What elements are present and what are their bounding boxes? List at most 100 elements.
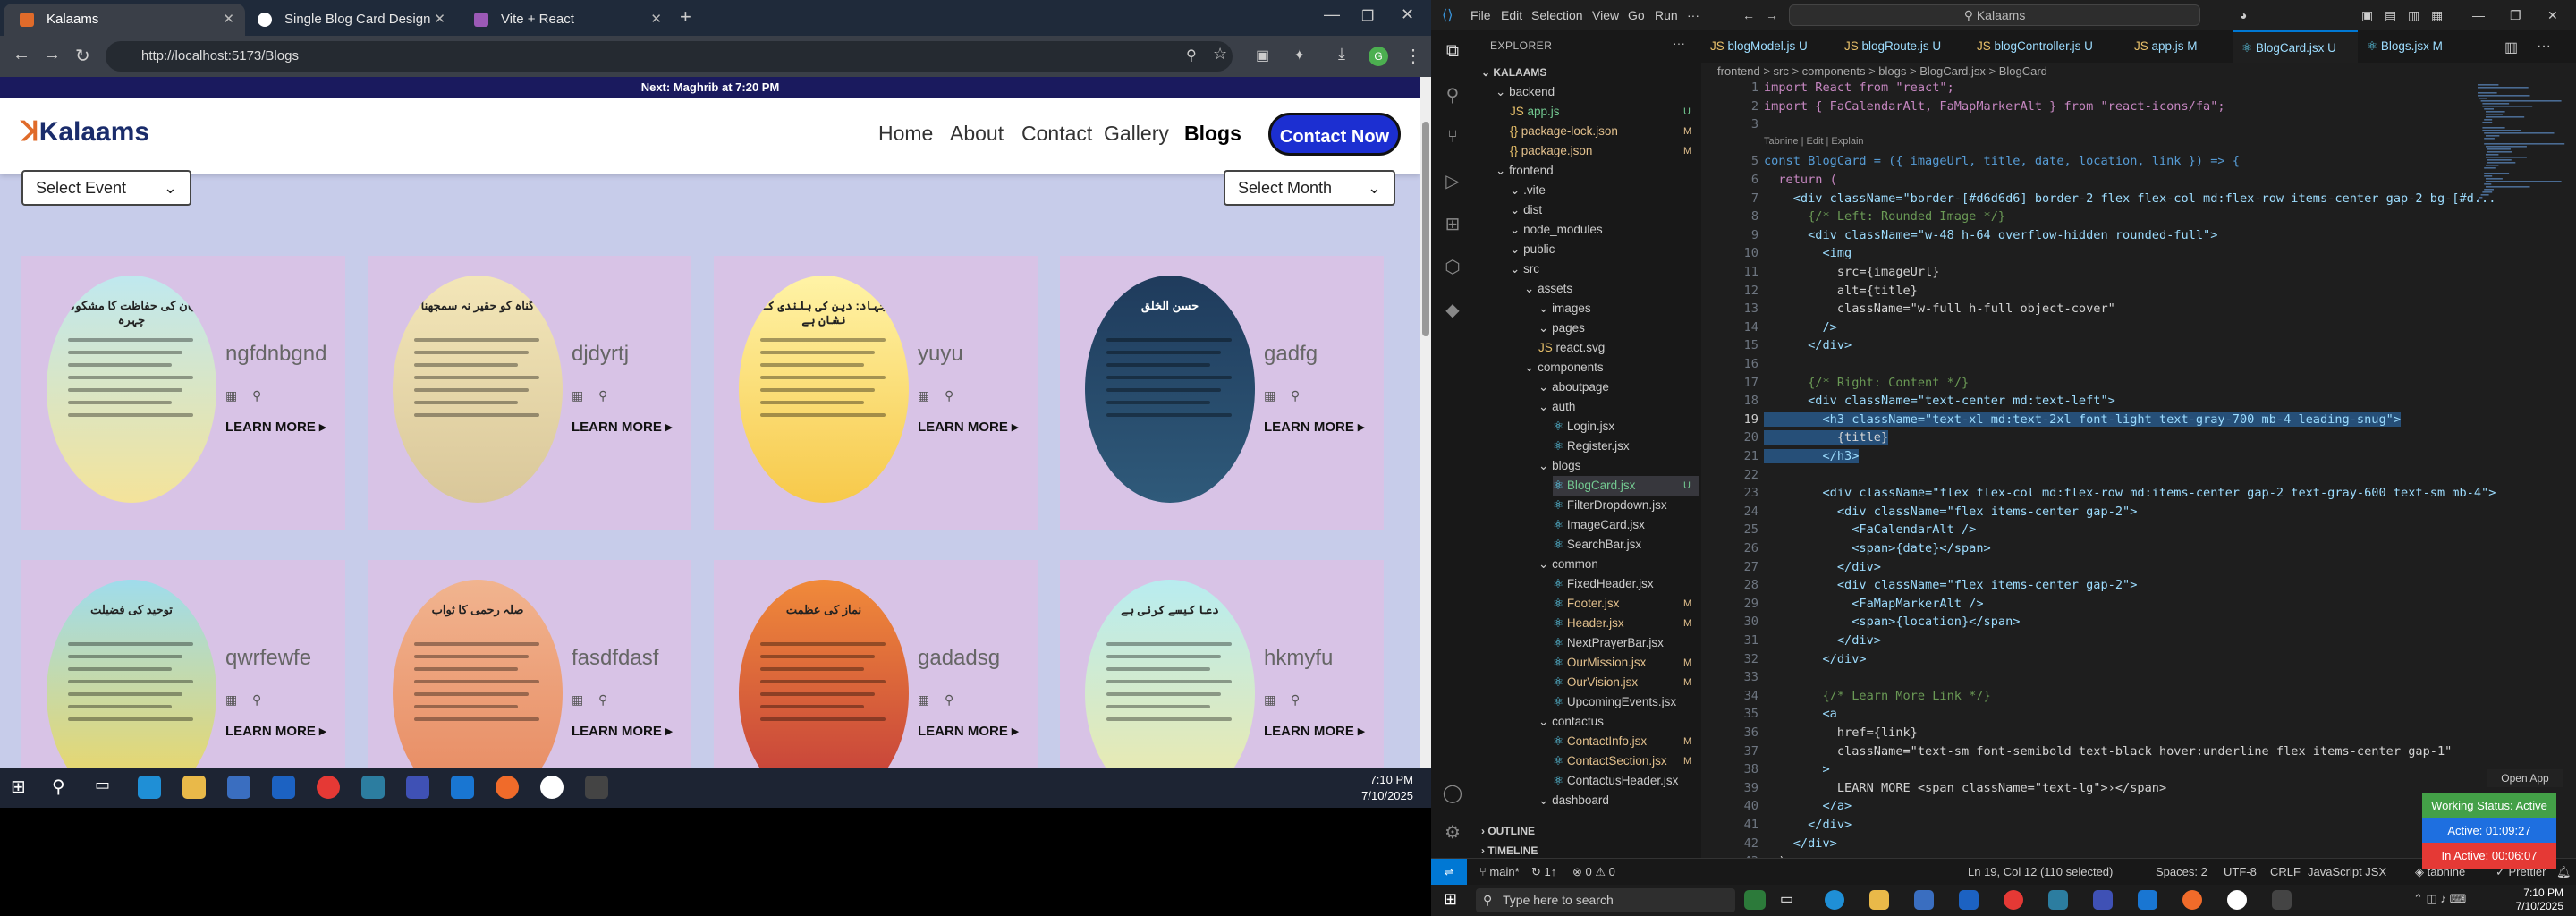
mongodb-icon[interactable]: ◆ xyxy=(1442,299,1463,320)
tree-folder[interactable]: ⌄ auth xyxy=(1538,397,1699,417)
store-icon[interactable] xyxy=(1914,890,1934,910)
forward-icon[interactable]: → xyxy=(43,45,61,65)
zoom-icon[interactable] xyxy=(406,776,429,799)
menu-run[interactable]: Run xyxy=(1655,8,1678,22)
close-icon[interactable]: ✕ xyxy=(223,4,234,36)
outline-section[interactable]: › OUTLINE xyxy=(1481,821,1535,841)
tree-folder[interactable]: ⌄ dist xyxy=(1510,200,1699,220)
bookmark-star-icon[interactable]: ☆ xyxy=(1213,45,1227,64)
more-actions-icon[interactable]: ··· xyxy=(1673,36,1685,50)
select-month-dropdown[interactable]: Select Month ⌄ xyxy=(1224,170,1395,206)
app-icon[interactable] xyxy=(2227,890,2247,910)
tree-file[interactable]: {} package.json M xyxy=(1510,141,1699,161)
tree-folder[interactable]: ⌄ .vite xyxy=(1510,181,1699,200)
app-icon[interactable] xyxy=(2048,890,2068,910)
maximize-icon[interactable]: ❐ xyxy=(2510,8,2521,23)
app-icon[interactable] xyxy=(540,776,564,799)
search-icon[interactable]: ⚲ xyxy=(1442,84,1463,106)
editor-tab-active[interactable]: ⚛ BlogCard.jsx U xyxy=(2233,30,2358,63)
edge-icon[interactable] xyxy=(138,776,161,799)
editor-tab[interactable]: JS blogModel.js U xyxy=(1701,30,1835,63)
remote-explorer-icon[interactable]: ⬡ xyxy=(1442,256,1463,277)
tree-file[interactable]: ⚛ FixedHeader.jsx xyxy=(1553,574,1699,594)
extension-icon[interactable]: ▣ xyxy=(1256,47,1269,64)
tree-file[interactable]: ⚛ ContactusHeader.jsx xyxy=(1553,771,1699,791)
editor-tab[interactable]: JS app.js M xyxy=(2125,30,2233,63)
maximize-icon[interactable]: ❐ xyxy=(1361,7,1374,25)
editor-tab[interactable]: JS blogRoute.js U xyxy=(1835,30,1968,63)
sync-icon[interactable]: ↻ 1↑ xyxy=(1531,865,1556,879)
encoding[interactable]: UTF-8 xyxy=(2224,865,2257,878)
line-ending[interactable]: CRLF xyxy=(2270,865,2301,878)
puzzle-icon[interactable]: ✦ xyxy=(1293,47,1305,64)
edge-icon[interactable] xyxy=(1825,890,1844,910)
manage-gear-icon[interactable]: ⚙ xyxy=(1442,821,1463,843)
tree-file[interactable]: ⚛ Header.jsx M xyxy=(1553,614,1699,633)
url-input[interactable]: http://localhost:5173/Blogs xyxy=(106,41,1233,72)
app-icon[interactable] xyxy=(496,776,519,799)
indentation[interactable]: Spaces: 2 xyxy=(2156,865,2207,878)
copilot-icon[interactable]: ◕ xyxy=(2240,8,2247,22)
close-icon[interactable]: ✕ xyxy=(650,4,662,36)
tree-folder[interactable]: ⌄ components xyxy=(1524,358,1699,377)
reload-icon[interactable]: ↻ xyxy=(75,45,90,67)
nav-blogs[interactable]: Blogs xyxy=(1184,122,1241,146)
tree-file[interactable]: ⚛ Register.jsx xyxy=(1553,437,1699,456)
menu-selection[interactable]: Selection xyxy=(1531,8,1583,22)
minimize-icon[interactable]: — xyxy=(2472,8,2485,22)
learn-more-link[interactable]: LEARN MORE ▸ xyxy=(1264,723,1365,739)
back-icon[interactable]: ← xyxy=(1742,8,1755,22)
tree-file[interactable]: ⚛ SearchBar.jsx xyxy=(1553,535,1699,555)
browser-tab[interactable]: Kalaams ✕ xyxy=(4,4,245,36)
nav-contact[interactable]: Contact xyxy=(1021,122,1092,146)
close-window-icon[interactable]: ✕ xyxy=(2547,8,2558,23)
tree-folder[interactable]: ⌄ src xyxy=(1510,259,1699,279)
learn-more-link[interactable]: LEARN MORE ▸ xyxy=(572,419,673,435)
close-window-icon[interactable]: ✕ xyxy=(1401,5,1414,24)
windows-start-icon[interactable]: ⊞ xyxy=(11,776,34,799)
minimize-icon[interactable]: — xyxy=(1324,5,1340,24)
more-menu-icon[interactable]: ··· xyxy=(1687,8,1699,22)
tree-folder[interactable]: ⌄ node_modules xyxy=(1510,220,1699,240)
download-icon[interactable]: ⤓ xyxy=(1338,45,1345,64)
tree-folder[interactable]: ⌄ images xyxy=(1538,299,1699,318)
tree-file[interactable]: ⚛ ContactSection.jsx M xyxy=(1553,751,1699,771)
tree-file[interactable]: ⚛ Footer.jsx M xyxy=(1553,594,1699,614)
terminal-icon[interactable] xyxy=(585,776,608,799)
editor-tab[interactable]: ⚛ Blogs.jsx M xyxy=(2358,30,2470,63)
menu-go[interactable]: Go xyxy=(1628,8,1645,22)
code-area[interactable]: 1 import React from "react"; 2 import { FaC… xyxy=(1701,81,2542,858)
chrome-icon[interactable] xyxy=(2004,890,2023,910)
minimap[interactable] xyxy=(2470,81,2569,850)
vscode-icon[interactable] xyxy=(2138,890,2157,910)
tree-file[interactable]: ⚛ OurMission.jsx M xyxy=(1553,653,1699,673)
file-explorer-icon[interactable] xyxy=(182,776,206,799)
store-icon[interactable] xyxy=(227,776,250,799)
tree-file[interactable]: ⚛ UpcomingEvents.jsx xyxy=(1553,692,1699,712)
panel-toggle-icon[interactable]: ▤ xyxy=(2385,8,2396,23)
split-editor-icon[interactable]: ▥ xyxy=(2504,38,2518,56)
vscode-icon[interactable] xyxy=(451,776,474,799)
page-scrollbar[interactable] xyxy=(1420,77,1431,768)
nav-home[interactable]: Home xyxy=(878,122,933,146)
tree-folder[interactable]: ⌄ aboutpage xyxy=(1538,377,1699,397)
tree-folder[interactable]: ⌄ public xyxy=(1510,240,1699,259)
outlook-icon[interactable] xyxy=(1959,890,1979,910)
branch-indicator[interactable]: ⑂ main* xyxy=(1479,865,1520,878)
learn-more-link[interactable]: LEARN MORE ▸ xyxy=(918,419,1019,435)
back-icon[interactable]: ← xyxy=(13,45,30,65)
layout-icon[interactable]: ▣ xyxy=(2361,8,2373,23)
chrome-icon[interactable] xyxy=(317,776,340,799)
tree-file[interactable]: ⚛ ImageCard.jsx xyxy=(1553,515,1699,535)
problems-indicator[interactable]: ⊗ 0 ⚠ 0 xyxy=(1572,865,1615,879)
system-tray-icons[interactable]: ⌃ ◫ ♪ ⌨ xyxy=(2413,892,2466,906)
app-icon[interactable] xyxy=(2182,890,2202,910)
clock[interactable]: 7:10 PM 7/10/2025 xyxy=(1361,772,1413,804)
tree-folder[interactable]: ⌄ common xyxy=(1538,555,1699,574)
browser-tab[interactable]: Vite + React ✕ xyxy=(458,4,673,36)
browser-tab[interactable]: Single Blog Card Design ✕ xyxy=(242,4,456,36)
tree-folder[interactable]: ⌄ frontend xyxy=(1496,161,1699,181)
learn-more-link[interactable]: LEARN MORE ▸ xyxy=(225,419,326,435)
breadcrumb[interactable]: frontend > src > components > blogs > Bl… xyxy=(1717,64,2047,78)
taskbar-search-input[interactable]: ⚲ Type here to search xyxy=(1476,888,1735,912)
